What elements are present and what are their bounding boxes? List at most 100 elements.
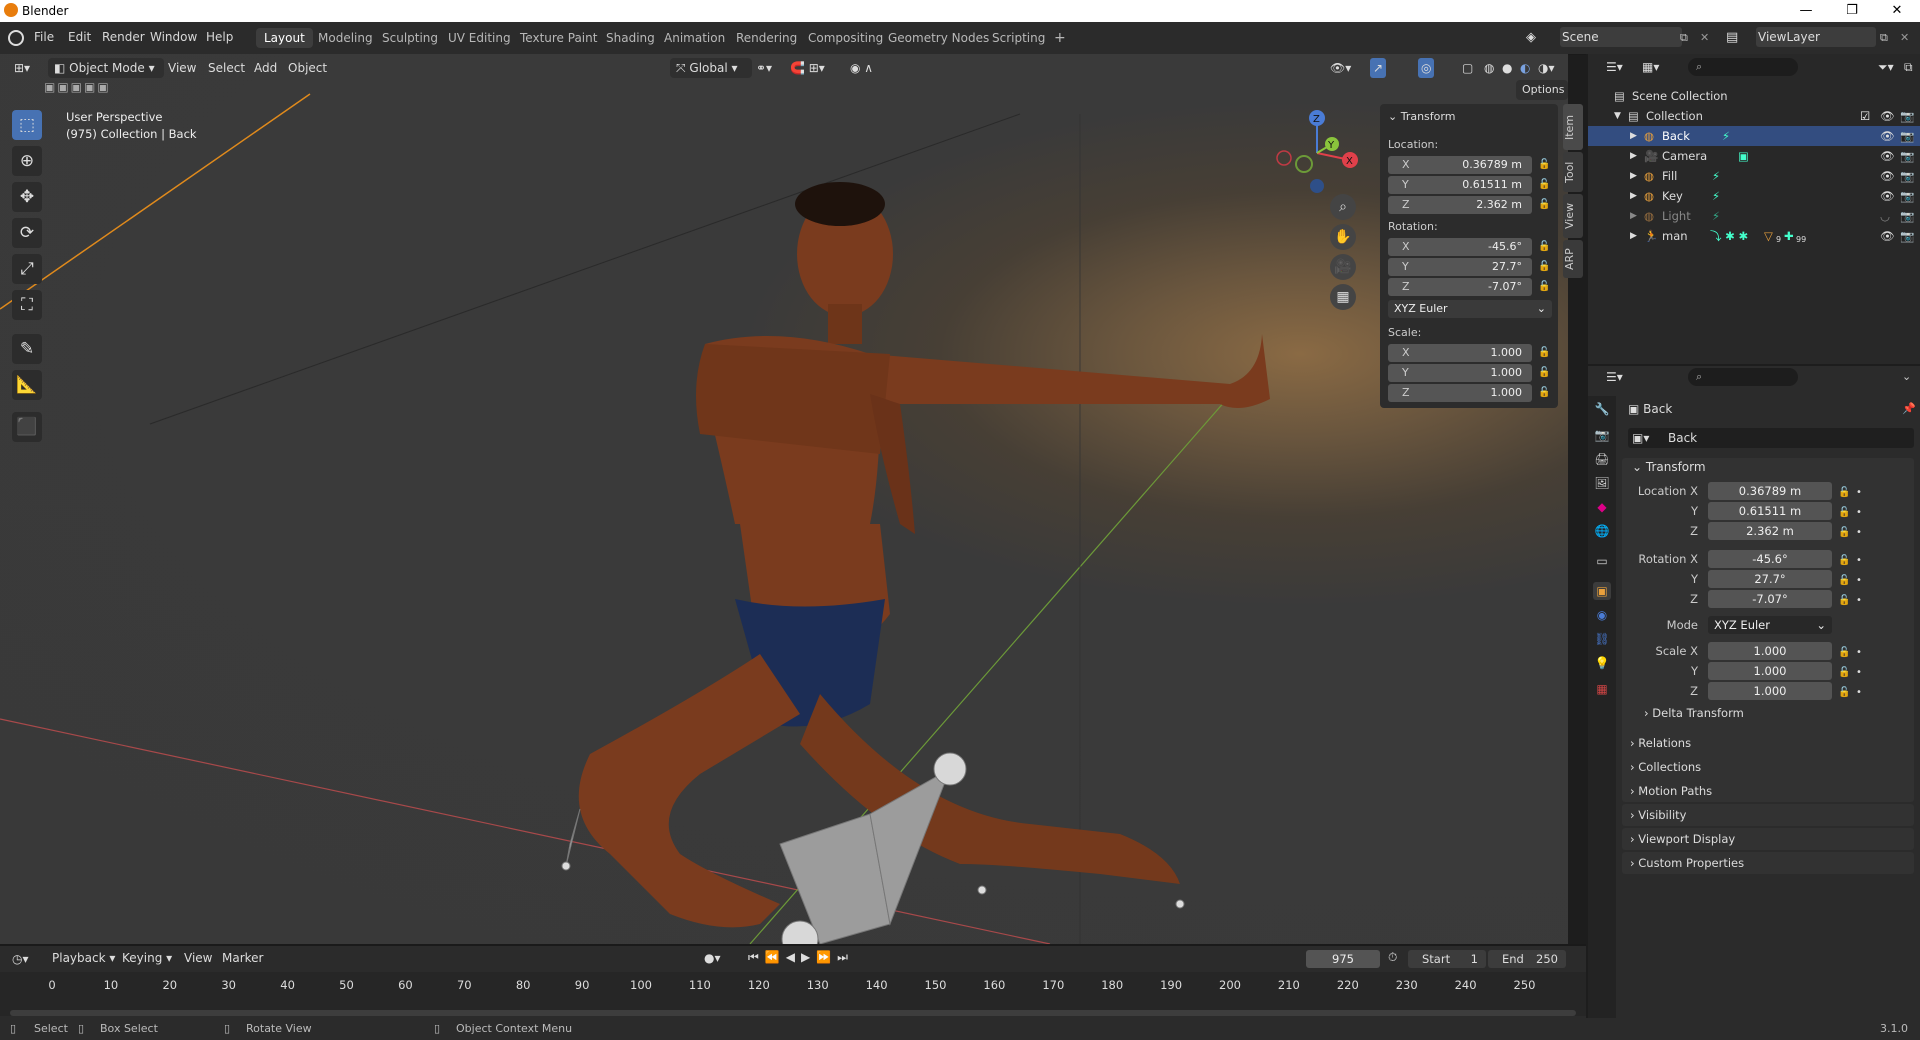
object-name-field[interactable]: ▣▾ Back	[1628, 428, 1914, 448]
rotation-y-field[interactable]: Y 27.7°	[1388, 258, 1532, 276]
prop-rotation-x-field[interactable]: -45.6°	[1708, 550, 1832, 568]
eye-icon[interactable]: 👁	[1880, 226, 1895, 246]
transform-tool[interactable]: ⛶	[12, 290, 42, 320]
menu-help[interactable]: Help	[206, 30, 233, 44]
display-mode-icon[interactable]: ▦▾	[1642, 60, 1659, 74]
add-workspace-button[interactable]: +	[1046, 28, 1074, 48]
measure-tool[interactable]: 📐	[12, 370, 42, 400]
prop-location-x-field[interactable]: 0.36789 m	[1708, 482, 1832, 500]
panel-custom-properties[interactable]: › Custom Properties	[1622, 852, 1914, 874]
tab-scripting[interactable]: Scripting	[984, 28, 1053, 48]
chevron-down-icon[interactable]: ⌄	[1902, 370, 1911, 383]
outliner-item-light[interactable]: ▶ ◍ Light ⚡ ◡ 📷	[1588, 206, 1920, 226]
view-layer-icon[interactable]: ▤	[1726, 30, 1738, 45]
prop-scale-z-field[interactable]: 1.000	[1708, 682, 1832, 700]
eye-closed-icon[interactable]: ◡	[1880, 206, 1890, 226]
scale-x-field[interactable]: X 1.000	[1388, 344, 1532, 362]
annotate-tool[interactable]: ✎	[12, 334, 42, 364]
camera-render-icon[interactable]: 📷	[1900, 206, 1914, 226]
restore-button[interactable]: ❐	[1829, 0, 1875, 22]
eye-icon[interactable]: 👁	[1880, 186, 1895, 206]
transform-panel-header[interactable]: ⌄ Transform	[1632, 460, 1706, 474]
menu-add[interactable]: Add	[254, 58, 277, 78]
panel-visibility[interactable]: › Visibility	[1622, 804, 1914, 826]
tab-rendering[interactable]: Rendering	[728, 28, 805, 48]
move-tool[interactable]: ✥	[12, 182, 42, 212]
lock-icon[interactable]: 🔓 🔓 🔓	[1838, 551, 1850, 611]
tab-shading[interactable]: Shading	[598, 28, 663, 48]
editor-type-icon[interactable]: ⊞▾	[14, 58, 30, 78]
location-z-field[interactable]: Z 2.362 m	[1388, 196, 1532, 214]
lock-icon[interactable]: 🔓	[1538, 179, 1550, 191]
panel-collections[interactable]: › Collections	[1622, 756, 1914, 778]
new-view-layer-icon[interactable]: ⧉	[1880, 31, 1888, 45]
lock-icon[interactable]: 🔓	[1538, 387, 1550, 399]
outliner-item-back[interactable]: ▶ ◍ Back ⚡ 👁 📷	[1588, 126, 1920, 146]
mode-dropdown[interactable]: ◧ Object Mode ▾	[48, 58, 164, 78]
minimize-button[interactable]: —	[1783, 0, 1829, 22]
keyframe-dot-icon[interactable]: • • •	[1856, 643, 1862, 703]
new-collection-icon[interactable]: ⧉	[1904, 60, 1913, 75]
scene-icon[interactable]: ◈	[1526, 30, 1542, 46]
cursor-tool[interactable]: ⊕	[12, 146, 42, 176]
tab-item[interactable]: Item	[1563, 104, 1583, 150]
eye-icon[interactable]: 👁	[1880, 106, 1895, 126]
pan-hand-icon[interactable]: ✋	[1330, 224, 1356, 250]
snap-icon[interactable]: 🧲 ⊞▾	[790, 58, 825, 78]
rotate-tool[interactable]: ⟳	[12, 218, 42, 248]
menu-object[interactable]: Object	[288, 58, 327, 78]
lock-icon[interactable]: 🔓	[1538, 199, 1550, 211]
menu-file[interactable]: File	[34, 30, 54, 44]
filter-icon[interactable]: ⏷▾	[1878, 60, 1894, 75]
lock-icon[interactable]: 🔓 🔓 🔓	[1838, 483, 1850, 543]
pin-icon[interactable]: 📌	[1902, 402, 1916, 415]
rotation-z-field[interactable]: Z -7.07°	[1388, 278, 1532, 296]
menu-render[interactable]: Render	[102, 30, 145, 44]
tab-compositing[interactable]: Compositing	[800, 28, 891, 48]
delete-scene-icon[interactable]: ✕	[1700, 31, 1709, 44]
camera-render-icon[interactable]: 📷	[1900, 146, 1914, 166]
select-box-tool[interactable]: ⬚	[12, 110, 42, 140]
pivot-icon[interactable]: ⚭▾	[756, 58, 772, 78]
proportional-edit-icon[interactable]: ◉ ∧	[850, 58, 873, 78]
location-y-field[interactable]: Y 0.61511 m	[1388, 176, 1532, 194]
tab-geometry-nodes[interactable]: Geometry Nodes	[880, 28, 997, 48]
outliner-editor-icon[interactable]: ☰▾	[1606, 60, 1623, 74]
outliner-item-fill[interactable]: ▶ ◍ Fill ⚡ 👁 📷	[1588, 166, 1920, 186]
scene-name-field[interactable]: Scene	[1560, 27, 1682, 47]
eye-icon[interactable]: 👁	[1880, 126, 1895, 146]
menu-edit[interactable]: Edit	[68, 30, 91, 44]
outliner-item-man[interactable]: ▶ 🏃 man ⤵ ✱ ✱ ▽ 9 ✚ 99 👁 📷	[1588, 226, 1920, 246]
tab-view[interactable]: View	[1563, 194, 1583, 238]
rendered-shading-icon[interactable]: ◑▾	[1538, 58, 1555, 78]
navigation-gizmo[interactable]: Z X Y	[1272, 108, 1362, 198]
keyframe-dot-icon[interactable]: • • •	[1856, 483, 1862, 543]
outliner-item-key[interactable]: ▶ ◍ Key ⚡ 👁 📷	[1588, 186, 1920, 206]
outliner-item-camera[interactable]: ▶ 🎥 Camera ▣ 👁 📷	[1588, 146, 1920, 166]
rotation-x-field[interactable]: X -45.6°	[1388, 238, 1532, 256]
tab-layout[interactable]: Layout	[256, 28, 313, 48]
zoom-icon[interactable]: ⌕	[1330, 194, 1356, 220]
selection-mode-buttons[interactable]: ▣▣▣▣▣	[44, 80, 111, 94]
camera-render-icon[interactable]: 📷	[1900, 126, 1914, 146]
xray-icon[interactable]: ▢	[1462, 58, 1473, 78]
rotation-mode-dropdown[interactable]: XYZ Euler ⌄	[1388, 300, 1552, 318]
outliner-collection[interactable]: ▼ ▤ Collection ☑ 👁 📷	[1588, 106, 1920, 126]
gizmo-toggle-icon[interactable]: ↗	[1370, 58, 1387, 78]
outliner-search-input[interactable]: ⌕	[1688, 58, 1798, 76]
eye-icon[interactable]: 👁	[1880, 166, 1895, 186]
transform-orientation-dropdown[interactable]: ⤧ Global ▾	[670, 58, 752, 78]
lock-icon[interactable]: 🔓	[1538, 281, 1550, 293]
lock-icon[interactable]: 🔓 🔓 🔓	[1838, 643, 1850, 703]
timeline-scrollbar[interactable]	[10, 1010, 1576, 1016]
delete-view-layer-icon[interactable]: ✕	[1900, 31, 1909, 44]
menu-window[interactable]: Window	[150, 30, 197, 44]
panel-motion-paths[interactable]: › Motion Paths	[1622, 780, 1914, 802]
output-tab-icon[interactable]: 🖨	[1593, 450, 1611, 468]
perspective-toggle-icon[interactable]: ▦	[1330, 284, 1356, 310]
transform-header[interactable]: ⌄ Transform	[1388, 110, 1455, 123]
scale-z-field[interactable]: Z 1.000	[1388, 384, 1532, 402]
camera-render-icon[interactable]: 📷	[1900, 166, 1914, 186]
lock-icon[interactable]: 🔓	[1538, 159, 1550, 171]
properties-editor-icon[interactable]: ☰▾	[1606, 370, 1623, 384]
